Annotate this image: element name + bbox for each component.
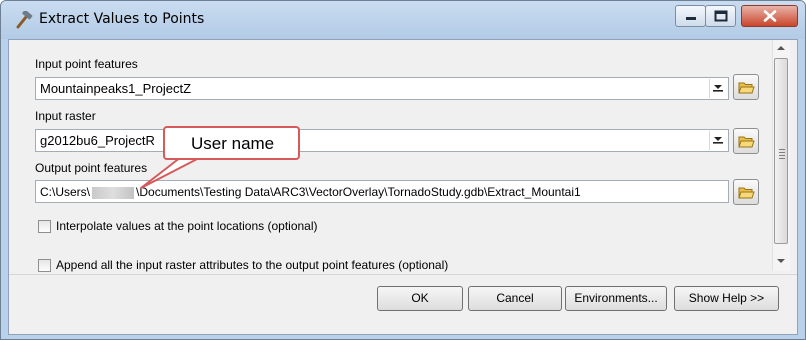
callout-pointer [140,156,202,189]
tool-dialog-window: Extract Values to Points Input point fea… [0,0,806,340]
scroll-up-icon[interactable] [776,45,786,51]
dropdown-arrow-button[interactable] [709,79,727,98]
minimize-icon [685,17,696,20]
close-button[interactable] [741,5,798,27]
maximize-button[interactable] [705,5,736,27]
browse-input-raster-button[interactable] [733,128,759,154]
dropdown-arrow-button[interactable] [709,131,727,150]
interpolate-checkbox[interactable] [38,220,51,233]
chevron-down-icon [713,85,723,92]
callout-text: User name [191,134,275,153]
scroll-down-icon[interactable] [776,258,786,264]
grip-icon [779,149,785,161]
window-title: Extract Values to Points [39,11,205,27]
vertical-scrollbar[interactable] [772,40,790,271]
interpolate-label: Interpolate values at the point location… [56,219,318,233]
minimize-button[interactable] [675,5,706,27]
browse-output-button[interactable] [733,179,759,205]
scrollbar-thumb[interactable] [774,58,788,244]
environments-button[interactable]: Environments... [565,286,667,311]
folder-open-icon [738,187,755,199]
append-attributes-label: Append all the input raster attributes t… [56,258,449,272]
ok-button[interactable]: OK [377,286,463,311]
browse-input-points-button[interactable] [733,74,759,100]
folder-open-icon [738,82,755,94]
maximize-icon [714,10,727,22]
hammer-icon [13,9,33,29]
folder-open-icon [738,136,755,148]
close-icon [763,10,776,22]
dialog-client-area: Input point features Mountainpeaks1_Proj… [8,39,798,335]
show-help-button[interactable]: Show Help >> [674,286,779,311]
cancel-button[interactable]: Cancel [468,286,562,311]
append-attributes-checkbox[interactable] [38,259,51,272]
button-area-divider [9,274,797,275]
title-bar[interactable]: Extract Values to Points [1,1,805,39]
annotation-callout: User name [163,126,300,160]
chevron-down-icon [713,137,723,144]
